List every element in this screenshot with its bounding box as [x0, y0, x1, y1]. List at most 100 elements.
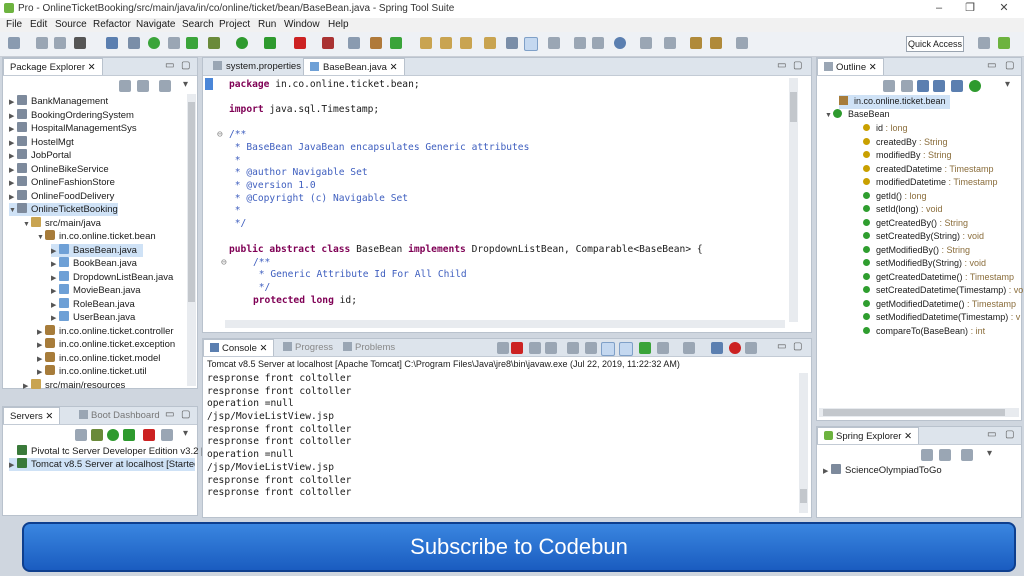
minimize-view-icon[interactable]: ▭ [987, 429, 996, 440]
tab-outline[interactable]: Outline ✕ [817, 58, 884, 75]
tab-boot-dashboard[interactable]: Boot Dashboard [73, 407, 166, 424]
tab-spring-explorer[interactable]: Spring Explorer ✕ [817, 427, 920, 444]
debug-icon[interactable] [208, 37, 220, 49]
fold-icon[interactable]: ⊖ [217, 129, 223, 142]
fold-icon[interactable]: ⊖ [221, 257, 227, 270]
start-server-icon[interactable] [107, 429, 119, 441]
server-item[interactable]: Pivotal tc Server Developer Edition v3.2… [9, 445, 204, 458]
tree-item-java-file-selected[interactable]: ▶ BaseBean.java [51, 243, 143, 257]
tab-console[interactable]: Console ✕ [203, 339, 275, 356]
console-scrollbar[interactable] [799, 373, 808, 513]
link-editor-icon[interactable] [137, 80, 149, 92]
menu-file[interactable]: File [6, 18, 22, 32]
menu-help[interactable]: Help [328, 18, 349, 32]
outline-class[interactable]: ▼ BaseBean [825, 108, 890, 122]
hide-local-types-icon[interactable] [969, 80, 981, 92]
tree-item-project-selected[interactable]: ▼ OnlineTicketBooking [9, 203, 118, 216]
spring-icon[interactable] [148, 37, 160, 49]
tree-item-project[interactable]: ▶ HostelMgt [9, 135, 74, 150]
tree-item-package[interactable]: ▶ in.co.online.ticket.exception [37, 338, 175, 351]
maximize-view-icon[interactable]: ▢ [793, 341, 802, 352]
code-area[interactable]: package in.co.online.ticket.bean; import… [217, 78, 787, 326]
annotation-icon[interactable] [506, 37, 518, 49]
pencil-icon[interactable] [460, 37, 472, 49]
outline-member[interactable]: setCreatedDatetime(Timestamp) : vo [863, 284, 1023, 298]
remove-launch-icon[interactable] [497, 342, 509, 354]
expand-icon[interactable]: ▶ [37, 326, 45, 339]
collapse-all-icon[interactable] [883, 80, 895, 92]
clear-console-icon[interactable] [545, 342, 557, 354]
outline-package[interactable]: in.co.online.ticket.bean [839, 95, 950, 109]
tab-progress[interactable]: Progress [277, 339, 339, 356]
collapse-all-icon[interactable] [921, 449, 933, 461]
prev-annotation-icon[interactable] [664, 37, 676, 49]
collapse-icon[interactable]: ▼ [825, 109, 833, 123]
tab-basebean-java[interactable]: BaseBean.java ✕ [303, 58, 405, 75]
hide-nonpublic-icon[interactable] [951, 80, 963, 92]
tree-item-java-file[interactable]: ▶ DropdownListBean.java [51, 270, 173, 284]
outline-member[interactable]: createdDatetime : Timestamp [863, 163, 994, 177]
tree-item-project[interactable]: ▶ HospitalManagementSys [9, 122, 137, 135]
open-folder-icon[interactable] [420, 37, 432, 49]
scroll-lock-icon[interactable] [567, 342, 579, 354]
perspective-icon[interactable] [998, 37, 1010, 49]
open-type-icon[interactable] [168, 37, 180, 49]
tree-item-java-file[interactable]: ▶ BookBean.java [51, 257, 137, 270]
pilcrow-icon[interactable] [592, 37, 604, 49]
new-package-icon[interactable] [370, 37, 382, 49]
outline-member[interactable]: compareTo(BaseBean) : int [863, 325, 985, 339]
remove-all-icon[interactable] [529, 342, 541, 354]
scrollbar-thumb[interactable] [188, 102, 195, 302]
maximize-view-icon[interactable]: ▢ [1005, 60, 1014, 71]
outline-member[interactable]: getModifiedDatetime() : Timestamp [863, 298, 1016, 312]
expand-icon[interactable]: ▶ [9, 110, 17, 123]
expand-icon[interactable]: ▶ [51, 312, 59, 325]
menu-project[interactable]: Project [219, 18, 250, 32]
close-tab-icon[interactable]: ✕ [390, 62, 398, 73]
show-stderr-icon[interactable] [619, 342, 633, 356]
expand-icon[interactable]: ▶ [9, 459, 17, 471]
tree-item-package[interactable]: ▶ in.co.online.ticket.model [37, 351, 160, 365]
tree-item-project[interactable]: ▶ BookingOrderingSystem [9, 108, 134, 123]
forward-icon[interactable] [736, 37, 748, 49]
box-icon[interactable] [484, 37, 496, 49]
tree-item-project[interactable]: ▶ OnlineBikeService [9, 162, 109, 177]
expand-icon[interactable]: ▶ [9, 164, 17, 177]
outline-member[interactable]: getId() : long [863, 190, 927, 204]
expand-icon[interactable]: ▶ [9, 177, 17, 190]
menu-run[interactable]: Run [258, 18, 276, 32]
subscribe-banner[interactable]: Subscribe to Codebun [22, 522, 1016, 572]
expand-icon[interactable]: ▶ [37, 366, 45, 379]
view-menu-icon[interactable]: ▾ [1005, 79, 1010, 90]
collapse-icon[interactable]: ▼ [9, 204, 17, 217]
globe-icon[interactable] [614, 37, 626, 49]
expand-icon[interactable]: ▶ [51, 299, 59, 312]
tree-item-java-file[interactable]: ▶ MovieBean.java [51, 284, 141, 297]
minimize-view-icon[interactable]: ▭ [165, 409, 174, 420]
next-annotation-icon[interactable] [640, 37, 652, 49]
scrollbar-thumb[interactable] [823, 409, 1005, 416]
external-tools-icon[interactable] [322, 37, 334, 49]
tree-item-package[interactable]: ▼ in.co.online.ticket.bean [37, 230, 156, 243]
menu-search[interactable]: Search [182, 18, 214, 32]
expand-icon[interactable]: ▶ [9, 137, 17, 150]
outline-member[interactable]: modifiedBy : String [863, 149, 952, 163]
whitespace-icon[interactable] [548, 37, 560, 49]
expand-icon[interactable]: ▶ [9, 96, 17, 109]
terminal-icon[interactable] [106, 37, 118, 49]
new-class-icon[interactable] [390, 37, 402, 49]
tree-item-java-file[interactable]: ▶ RoleBean.java [51, 297, 135, 312]
link-icon[interactable] [128, 37, 140, 49]
quick-access-button[interactable]: Quick Access [906, 36, 964, 52]
new-icon[interactable] [8, 37, 20, 49]
stop-icon[interactable] [294, 37, 306, 49]
tab-servers[interactable]: Servers ✕ [3, 407, 61, 424]
minimize-view-icon[interactable]: ▭ [987, 60, 996, 71]
pin-console-icon[interactable] [639, 342, 651, 354]
tree-item-source-folder[interactable]: ▼ src/main/java [23, 216, 101, 230]
highlight-icon[interactable] [524, 37, 538, 51]
minimize-view-icon[interactable]: ▭ [777, 341, 786, 352]
menu-source[interactable]: Source [55, 18, 87, 32]
maximize-icon[interactable]: ❐ [963, 2, 977, 14]
folder-icon[interactable] [440, 37, 452, 49]
